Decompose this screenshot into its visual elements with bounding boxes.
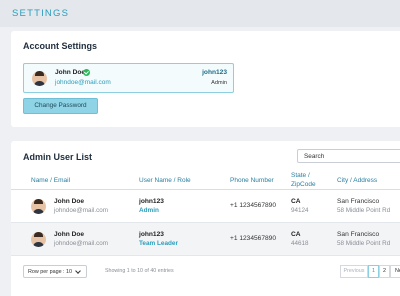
profile-username: john123 — [202, 69, 227, 76]
search-placeholder: Search — [304, 153, 325, 160]
pagination-next-button[interactable]: Next — [390, 265, 400, 278]
row-username: john123 — [139, 231, 164, 238]
row-city: San Francisco — [337, 198, 380, 205]
profile-email[interactable]: johndoe@mail.com — [55, 79, 111, 86]
row-address: 58 Middle Point Rd — [337, 207, 391, 214]
top-header: SETTINGS — [0, 0, 400, 27]
pagination-previous-button[interactable]: Previous — [340, 265, 368, 278]
profile-box: John Doe johndoe@mail.com john123 Admin — [23, 63, 234, 93]
table-row[interactable]: John Doe johndoe@mail.com john123 Admin … — [11, 190, 400, 222]
table-row[interactable]: John Doe johndoe@mail.com john123 Team L… — [11, 223, 400, 255]
row-zip: 94124 — [291, 207, 309, 214]
row-divider — [11, 255, 400, 256]
admin-user-list-title: Admin User List — [23, 152, 93, 162]
row-username: john123 — [139, 198, 164, 205]
row-address: 58 Middle Point Rd — [337, 240, 391, 247]
admin-user-list-card: Admin User List Search Name / Email User… — [11, 141, 400, 296]
avatar — [31, 232, 46, 247]
rows-per-page-select[interactable]: Row per page : 10 — [23, 265, 87, 278]
account-settings-title: Account Settings — [23, 41, 98, 51]
pagination-page-2[interactable]: 2 — [379, 265, 390, 278]
page-title: SETTINGS — [12, 8, 70, 19]
row-phone: +1 1234567890 — [230, 202, 277, 209]
row-role: Admin — [139, 207, 159, 214]
column-header-name: Name / Email — [31, 177, 71, 184]
column-header-city: City / Address — [337, 177, 378, 184]
profile-role: Admin — [211, 80, 227, 86]
avatar — [31, 199, 46, 214]
row-name: John Doe — [54, 198, 85, 205]
column-header-phone: Phone Number — [230, 177, 274, 184]
row-zip: 44618 — [291, 240, 309, 247]
verified-icon — [83, 69, 90, 76]
column-header-username: User Name / Role — [139, 177, 191, 184]
change-password-button[interactable]: Change Password — [23, 98, 98, 114]
search-input[interactable]: Search — [297, 149, 400, 163]
row-city: San Francisco — [337, 231, 380, 238]
entries-info: Showing 1 to 10 of 40 entries — [105, 268, 174, 274]
pagination-page-1[interactable]: 1 — [368, 265, 379, 278]
row-phone: +1 1234567890 — [230, 235, 277, 242]
row-email: johndoe@mail.com — [54, 240, 108, 247]
row-state: CA — [291, 198, 301, 205]
row-state: CA — [291, 231, 301, 238]
row-email: johndoe@mail.com — [54, 207, 108, 214]
row-name: John Doe — [54, 231, 85, 238]
chevron-down-icon — [75, 268, 81, 274]
avatar — [32, 71, 47, 86]
profile-name: John Doe — [55, 69, 86, 76]
account-settings-card: Account Settings John Doe johndoe@mail.c… — [11, 31, 400, 127]
column-header-state: State / ZipCode — [291, 172, 316, 188]
rows-per-page-label: Row per page : 10 — [28, 269, 73, 275]
row-role: Team Leader — [139, 240, 178, 247]
